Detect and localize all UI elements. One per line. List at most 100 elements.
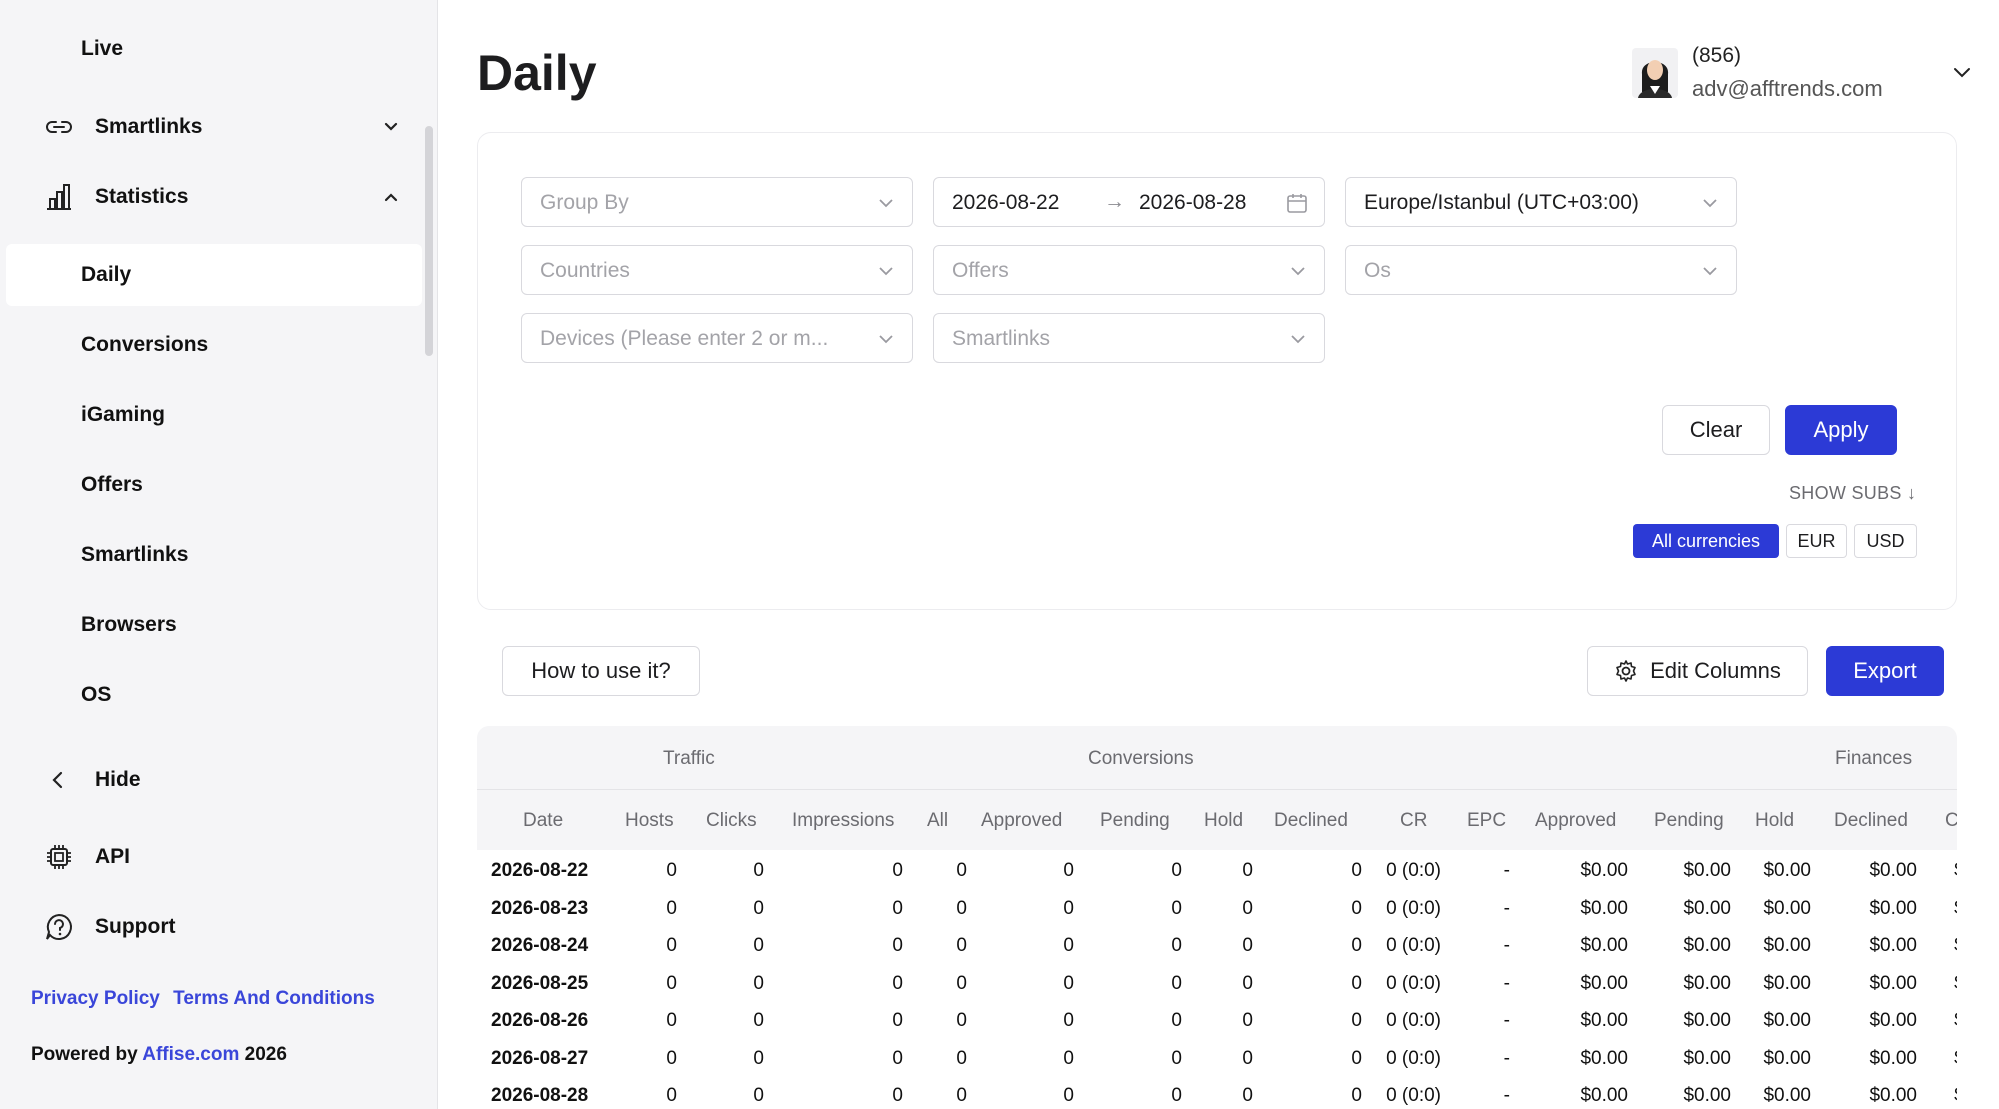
os-select[interactable]: Os [1345, 245, 1737, 295]
table-cell: $0.00 [1683, 972, 1731, 994]
arrow-right-icon: → [1104, 190, 1125, 213]
chevron-down-icon [1291, 267, 1305, 276]
table-cell: $0.00 [1683, 860, 1731, 881]
show-subs-toggle[interactable]: SHOW SUBS ↓ [1789, 483, 1916, 504]
terms-link[interactable]: Terms And Conditions [173, 988, 375, 1009]
chip-icon [47, 845, 71, 869]
group-by-select[interactable]: Group By [521, 177, 913, 227]
edit-columns-button[interactable]: Edit Columns [1587, 646, 1808, 696]
column-header[interactable]: Impressions [792, 810, 894, 832]
sidebar-item-smartlinks-stats[interactable]: Smartlinks [6, 524, 422, 586]
table-cell: 0 [892, 1010, 903, 1031]
powered-by: Powered by Affise.com 2026 [31, 1044, 287, 1066]
table-cell: - [1503, 1085, 1510, 1106]
table-cell: 0 [892, 897, 903, 919]
table-cell: 0 [753, 935, 764, 956]
sidebar-item-browsers[interactable]: Browsers [6, 594, 422, 656]
table-cell: $0.00 [1580, 972, 1628, 994]
column-header[interactable]: Pending [1654, 810, 1724, 832]
table-cell: 0 [666, 972, 677, 994]
sidebar: Live Smartlinks Statistics Daily Convers… [0, 0, 438, 1109]
column-header[interactable]: Cl [1945, 810, 1957, 832]
table-cell: 0 (0:0) [1386, 1085, 1441, 1106]
sidebar-item-conversions[interactable]: Conversions [6, 314, 422, 376]
column-header[interactable]: EPC [1467, 810, 1506, 832]
currency-all-button[interactable]: All currencies [1633, 524, 1779, 558]
table-cell: 0 [1063, 1010, 1074, 1031]
column-header[interactable]: Date [523, 810, 563, 832]
group-conversions: Conversions [1088, 748, 1194, 769]
sidebar-item-os[interactable]: OS [6, 664, 422, 726]
date-range-picker[interactable]: 2026-08-22 → 2026-08-28 [933, 177, 1325, 227]
table-row: 2026-08-25 0 0 0 0 0 0 0 0 0 (0:0) - $0.00 $0.00 $0.0… [477, 967, 1957, 1004]
table-cell: $0.00 [1580, 897, 1628, 919]
sidebar-scrollbar[interactable] [425, 126, 433, 356]
table-cell: - [1503, 860, 1510, 881]
table-cell: 0 (0:0) [1386, 1047, 1441, 1069]
countries-select[interactable]: Countries [521, 245, 913, 295]
column-header[interactable]: Hold [1204, 810, 1243, 832]
os-placeholder: Os [1364, 259, 1391, 282]
sidebar-item-smartlinks[interactable]: Smartlinks [6, 96, 422, 158]
table-cell: $( [1954, 1085, 1957, 1107]
sidebar-hide-button[interactable]: Hide [6, 749, 422, 811]
table-row: 2026-08-26 0 0 0 0 0 0 0 0 0 (0:0) - $0.00 $0.00 $0.0… [477, 1004, 1957, 1041]
sidebar-item-api[interactable]: API [6, 826, 422, 888]
chevron-down-icon [879, 335, 893, 344]
sidebar-item-statistics[interactable]: Statistics [6, 166, 422, 228]
row-date: 2026-08-22 [491, 860, 589, 881]
apply-button[interactable]: Apply [1785, 405, 1897, 455]
sidebar-item-label: iGaming [81, 403, 166, 426]
footer-links: Privacy Policy Terms And Conditions [31, 988, 383, 1010]
sidebar-item-support[interactable]: Support [6, 896, 422, 958]
export-button[interactable]: Export [1826, 646, 1944, 696]
currency-usd-button[interactable]: USD [1854, 524, 1917, 558]
row-date: 2026-08-27 [491, 1047, 589, 1069]
sidebar-item-igaming[interactable]: iGaming [6, 384, 422, 446]
group-traffic: Traffic [663, 748, 715, 769]
affise-link[interactable]: Affise.com [142, 1044, 239, 1065]
currency-eur-button[interactable]: EUR [1786, 524, 1847, 558]
column-header[interactable]: Hold [1755, 810, 1794, 832]
table-row: 2026-08-22 0 0 0 0 0 0 0 0 0 (0:0) - $0.00 $0.00 $0.0… [477, 854, 1957, 891]
gear-icon [1616, 660, 1636, 682]
arrow-down-icon: ↓ [1907, 483, 1917, 503]
table-cell: 0 [1351, 1047, 1362, 1069]
column-header[interactable]: Declined [1834, 810, 1908, 832]
column-header[interactable]: Approved [1535, 810, 1616, 832]
table-cell: 0 [1171, 860, 1182, 881]
column-header[interactable]: All [927, 810, 948, 832]
table-cell: $0.00 [1869, 1010, 1917, 1031]
table-cell: $0.00 [1683, 1010, 1731, 1031]
table-cell: - [1503, 897, 1510, 919]
column-header[interactable]: Approved [981, 810, 1062, 832]
column-header[interactable]: Clicks [706, 810, 757, 832]
how-to-use-button[interactable]: How to use it? [502, 646, 700, 696]
offers-select[interactable]: Offers [933, 245, 1325, 295]
sidebar-item-daily[interactable]: Daily [6, 244, 422, 306]
clear-button[interactable]: Clear [1662, 405, 1770, 455]
table-cell: 0 [1242, 860, 1253, 881]
powered-year: 2026 [244, 1044, 287, 1065]
table-cell: - [1503, 1010, 1510, 1031]
table-cell: $0.00 [1580, 1010, 1628, 1031]
group-finances: Finances [1835, 748, 1913, 769]
chevron-down-icon [879, 199, 893, 208]
sidebar-item-live[interactable]: Live [6, 18, 422, 80]
table-cell: $0.00 [1683, 1085, 1731, 1106]
smartlinks-select[interactable]: Smartlinks [933, 313, 1325, 363]
privacy-policy-link[interactable]: Privacy Policy [31, 988, 160, 1009]
user-menu[interactable]: (856) adv@afftrends.com [1632, 40, 1977, 106]
column-header[interactable]: Pending [1100, 810, 1170, 832]
column-header[interactable]: Hosts [625, 810, 674, 832]
devices-select[interactable]: Devices (Please enter 2 or m... [521, 313, 913, 363]
table-cell: $0.00 [1869, 1047, 1917, 1069]
column-header[interactable]: Declined [1274, 810, 1348, 832]
table-cell: 0 [1063, 935, 1074, 956]
column-header[interactable]: CR [1400, 810, 1427, 832]
timezone-select[interactable]: Europe/Istanbul (UTC+03:00) [1345, 177, 1737, 227]
powered-prefix: Powered by [31, 1044, 138, 1065]
table-cell: 0 [1171, 972, 1182, 994]
sidebar-item-label: Conversions [81, 333, 209, 356]
sidebar-item-offers[interactable]: Offers [6, 454, 422, 516]
